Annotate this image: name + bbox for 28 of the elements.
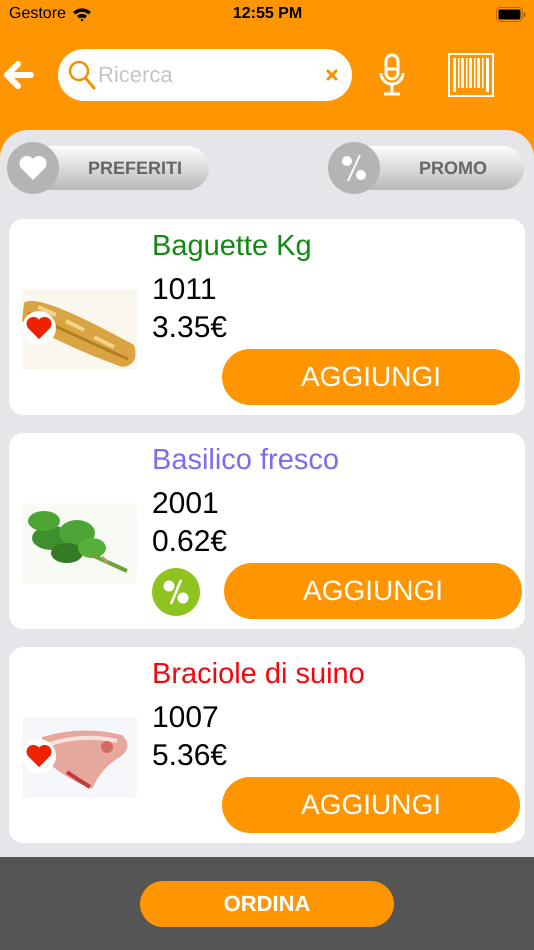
search-field[interactable]: Ricerca bbox=[58, 49, 352, 101]
add-button[interactable]: AGGIUNGI bbox=[222, 349, 520, 405]
barcode-icon[interactable] bbox=[448, 53, 494, 97]
percent-icon bbox=[340, 153, 368, 183]
product-name: Baguette Kg bbox=[152, 229, 313, 264]
product-name: Braciole di suino bbox=[152, 657, 366, 692]
carrier-name: Gestore bbox=[9, 5, 66, 23]
product-card[interactable]: Braciole di suino 1007 5.36€ AGGIUNGI bbox=[9, 647, 525, 843]
product-code: 1007 bbox=[152, 700, 220, 736]
product-card[interactable]: Basilico fresco 2001 0.62€ AGGIUNGI bbox=[9, 433, 525, 629]
clock-time: 12:55 PM bbox=[232, 5, 302, 23]
product-price: 3.35€ bbox=[152, 310, 228, 346]
wifi-icon bbox=[72, 6, 92, 22]
clear-icon[interactable] bbox=[326, 69, 338, 81]
add-button[interactable]: AGGIUNGI bbox=[224, 563, 522, 619]
order-button[interactable]: ORDINA bbox=[140, 880, 394, 926]
heart-icon bbox=[18, 155, 48, 181]
product-price: 0.62€ bbox=[152, 524, 228, 560]
search-icon bbox=[68, 60, 96, 90]
add-button[interactable]: AGGIUNGI bbox=[222, 777, 520, 833]
product-code: 2001 bbox=[152, 486, 220, 522]
product-code: 1011 bbox=[152, 272, 218, 308]
product-card[interactable]: Baguette Kg 1011 3.35€ AGGIUNGI bbox=[9, 219, 525, 415]
back-arrow-icon[interactable] bbox=[4, 61, 34, 89]
product-name: Basilico fresco bbox=[152, 443, 340, 478]
microphone-icon[interactable] bbox=[378, 53, 406, 97]
battery-icon bbox=[496, 6, 526, 22]
product-price: 5.36€ bbox=[152, 738, 228, 774]
